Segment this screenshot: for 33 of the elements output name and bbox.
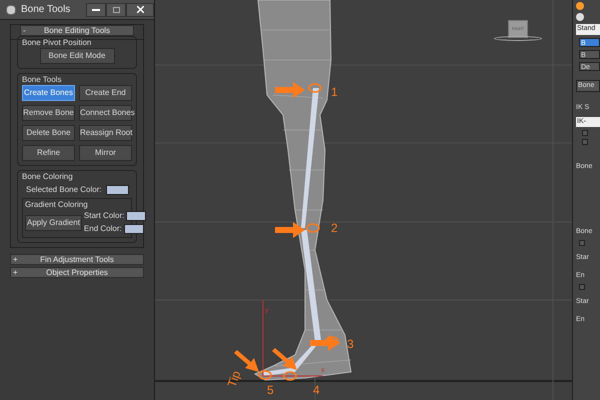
toggle-sign: + bbox=[12, 268, 19, 276]
rollout-title: Fin Adjustment Tools bbox=[39, 256, 115, 264]
rollout-title: Bone Editing Tools bbox=[42, 26, 112, 34]
toggle-sign: - bbox=[22, 26, 27, 34]
group-title: Gradient Coloring bbox=[25, 199, 89, 210]
tool-button[interactable]: Mirror bbox=[79, 145, 132, 161]
tool-button[interactable]: Remove Bone bbox=[22, 105, 75, 121]
annotation-label: 3 bbox=[347, 337, 354, 351]
toggle-sign: + bbox=[12, 256, 19, 264]
tool-button[interactable]: Create Bones bbox=[22, 85, 75, 101]
color-label: End Color: bbox=[84, 223, 122, 235]
color-label: Selected Bone Color: bbox=[26, 184, 102, 196]
annotation-label: 4 bbox=[313, 383, 320, 397]
tool-button[interactable]: Create End bbox=[79, 85, 132, 101]
rollout-header[interactable]: + Object Properties bbox=[10, 267, 144, 278]
tool-button[interactable]: Delete Bone bbox=[22, 125, 75, 141]
color-label: Start Color: bbox=[84, 210, 124, 222]
group-title: Bone Tools bbox=[22, 74, 62, 85]
annotation-label: 5 bbox=[267, 383, 274, 397]
annotation-label: 1 bbox=[331, 85, 338, 99]
rollout-title: Object Properties bbox=[45, 268, 109, 276]
rollout-header[interactable]: - Bone Editing Tools bbox=[20, 25, 134, 36]
window-title: Bone Tools bbox=[21, 3, 72, 17]
tool-button[interactable]: Bone Edit Mode bbox=[40, 48, 114, 64]
annotation-label: Tip bbox=[224, 368, 244, 390]
tool-button[interactable]: Reassign Root bbox=[79, 125, 132, 141]
tool-button[interactable]: Connect Bones bbox=[79, 105, 132, 121]
tool-button[interactable]: Refine bbox=[22, 145, 75, 161]
rollout-header[interactable]: + Fin Adjustment Tools bbox=[10, 254, 144, 265]
group-title: Bone Coloring bbox=[22, 171, 74, 182]
annotation-label: 2 bbox=[331, 221, 338, 235]
group-title: Bone Pivot Position bbox=[22, 37, 92, 48]
tool-button[interactable]: Apply Gradient bbox=[25, 214, 82, 230]
